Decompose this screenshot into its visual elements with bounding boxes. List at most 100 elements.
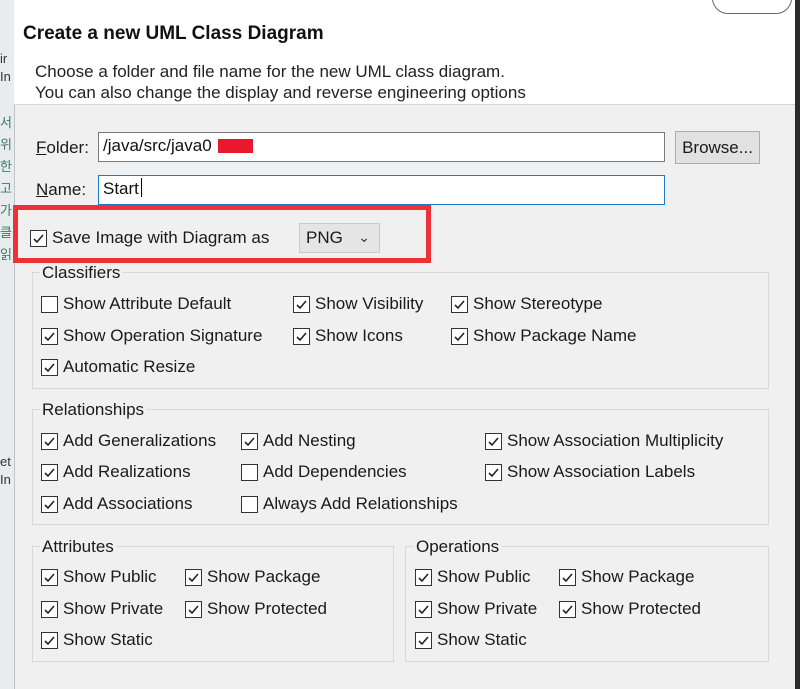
name-label-rest: ame: [48, 180, 87, 199]
browse-button[interactable]: Browse... [675, 131, 760, 164]
op-show-protected-checkbox[interactable]: Show Protected [559, 599, 701, 619]
checkbox-label: Show Private [437, 599, 538, 618]
description-line: Choose a folder and file name for the ne… [35, 62, 505, 81]
checkbox-box[interactable] [41, 295, 58, 313]
classifiers-group-title: Classifiers [40, 263, 123, 283]
checkbox-label: Show Association Labels [507, 462, 696, 481]
check-icon [44, 362, 55, 372]
show-icons-checkbox[interactable]: Show Icons [293, 326, 403, 346]
automatic-resize-checkbox[interactable]: Automatic Resize [41, 357, 195, 377]
show-association-multiplicity-checkbox[interactable]: Show Association Multiplicity [485, 431, 723, 451]
dialog-description: Choose a folder and file name for the ne… [35, 61, 526, 103]
show-association-labels-checkbox[interactable]: Show Association Labels [485, 462, 695, 482]
show-stereotype-checkbox[interactable]: Show Stereotype [451, 294, 602, 314]
checkbox-label: Show Public [63, 567, 157, 586]
checkbox-label: Show Static [63, 630, 153, 649]
checkbox-box[interactable] [559, 568, 576, 586]
checkbox-box[interactable] [241, 432, 258, 450]
checkbox-box[interactable] [451, 327, 468, 345]
checkbox-box[interactable] [41, 600, 58, 618]
check-icon [562, 572, 573, 582]
name-label-mnemonic: N [36, 180, 49, 199]
op-show-static-checkbox[interactable]: Show Static [415, 630, 527, 650]
background-text-fragment: 고 [0, 181, 12, 196]
check-icon [44, 467, 55, 477]
checkbox-box[interactable] [559, 600, 576, 618]
op-show-package-checkbox[interactable]: Show Package [559, 567, 694, 587]
checkbox-box[interactable] [41, 327, 58, 345]
folder-input[interactable]: /java/src/java0 [98, 132, 665, 162]
checkbox-box[interactable] [293, 295, 310, 313]
check-icon [44, 331, 55, 341]
show-attribute-default-checkbox[interactable]: Show Attribute Default [41, 294, 231, 314]
header-pill-control[interactable] [712, 0, 792, 14]
checkbox-box[interactable] [41, 432, 58, 450]
checkbox-box[interactable] [451, 295, 468, 313]
check-icon [44, 635, 55, 645]
show-operation-signature-checkbox[interactable]: Show Operation Signature [41, 326, 262, 346]
checkbox-box[interactable] [41, 631, 58, 649]
attr-show-public-checkbox[interactable]: Show Public [41, 567, 157, 587]
check-icon [44, 572, 55, 582]
folder-value: /java/src/java0 [103, 136, 212, 155]
checkbox-box[interactable] [41, 358, 58, 376]
check-icon [418, 604, 429, 614]
add-dependencies-checkbox[interactable]: Add Dependencies [241, 462, 407, 482]
checkbox-label: Show Public [437, 567, 531, 586]
checkbox-box[interactable] [41, 463, 58, 481]
show-visibility-checkbox[interactable]: Show Visibility [293, 294, 423, 314]
save-image-label: Save Image with Diagram as [52, 228, 270, 247]
checkbox-box[interactable] [293, 327, 310, 345]
checkbox-label: Always Add Relationships [263, 494, 458, 513]
background-text-fragment: ir [0, 51, 8, 66]
checkbox-label: Add Associations [63, 494, 193, 513]
checkbox-box[interactable] [485, 432, 502, 450]
checkbox-label: Automatic Resize [63, 357, 196, 376]
checkbox-box[interactable] [30, 229, 47, 247]
checkbox-label: Show Protected [581, 599, 702, 618]
checkbox-label: Show Package [581, 567, 695, 586]
checkbox-label: Show Operation Signature [63, 326, 263, 345]
save-image-checkbox[interactable]: Save Image with Diagram as [30, 228, 269, 248]
checkbox-box[interactable] [185, 600, 202, 618]
add-generalizations-checkbox[interactable]: Add Generalizations [41, 431, 216, 451]
attr-show-protected-checkbox[interactable]: Show Protected [185, 599, 327, 619]
checkbox-label: Show Package Name [473, 326, 637, 345]
checkbox-box[interactable] [241, 495, 258, 513]
background-text-fragment: 서 [0, 115, 12, 130]
always-add-relationships-checkbox[interactable]: Always Add Relationships [241, 494, 458, 514]
attr-show-package-checkbox[interactable]: Show Package [185, 567, 320, 587]
name-input[interactable]: Start [98, 175, 665, 205]
background-text-fragment: 위 [0, 137, 12, 152]
add-nesting-checkbox[interactable]: Add Nesting [241, 431, 356, 451]
checkbox-box[interactable] [41, 495, 58, 513]
check-icon [488, 467, 499, 477]
check-icon [488, 436, 499, 446]
description-line: You can also change the display and reve… [35, 83, 526, 102]
dialog-header: Create a new UML Class Diagram Choose a … [14, 0, 795, 105]
check-icon [44, 436, 55, 446]
check-icon [188, 604, 199, 614]
op-show-private-checkbox[interactable]: Show Private [415, 599, 537, 619]
checkbox-box[interactable] [41, 568, 58, 586]
add-associations-checkbox[interactable]: Add Associations [41, 494, 192, 514]
attr-show-static-checkbox[interactable]: Show Static [41, 630, 153, 650]
show-package-name-checkbox[interactable]: Show Package Name [451, 326, 636, 346]
text-caret [141, 178, 142, 197]
dialog-title: Create a new UML Class Diagram [23, 23, 324, 44]
check-icon [454, 331, 465, 341]
op-show-public-checkbox[interactable]: Show Public [415, 567, 531, 587]
checkbox-box[interactable] [485, 463, 502, 481]
checkbox-box[interactable] [415, 631, 432, 649]
redaction-mark [218, 139, 253, 153]
checkbox-label: Add Dependencies [263, 462, 407, 481]
relationships-group-title: Relationships [40, 400, 147, 420]
checkbox-box[interactable] [185, 568, 202, 586]
checkbox-box[interactable] [415, 568, 432, 586]
check-icon [296, 331, 307, 341]
checkbox-box[interactable] [241, 463, 258, 481]
image-format-select[interactable]: PNG ⌄ [299, 223, 380, 253]
add-realizations-checkbox[interactable]: Add Realizations [41, 462, 191, 482]
checkbox-box[interactable] [415, 600, 432, 618]
attr-show-private-checkbox[interactable]: Show Private [41, 599, 163, 619]
